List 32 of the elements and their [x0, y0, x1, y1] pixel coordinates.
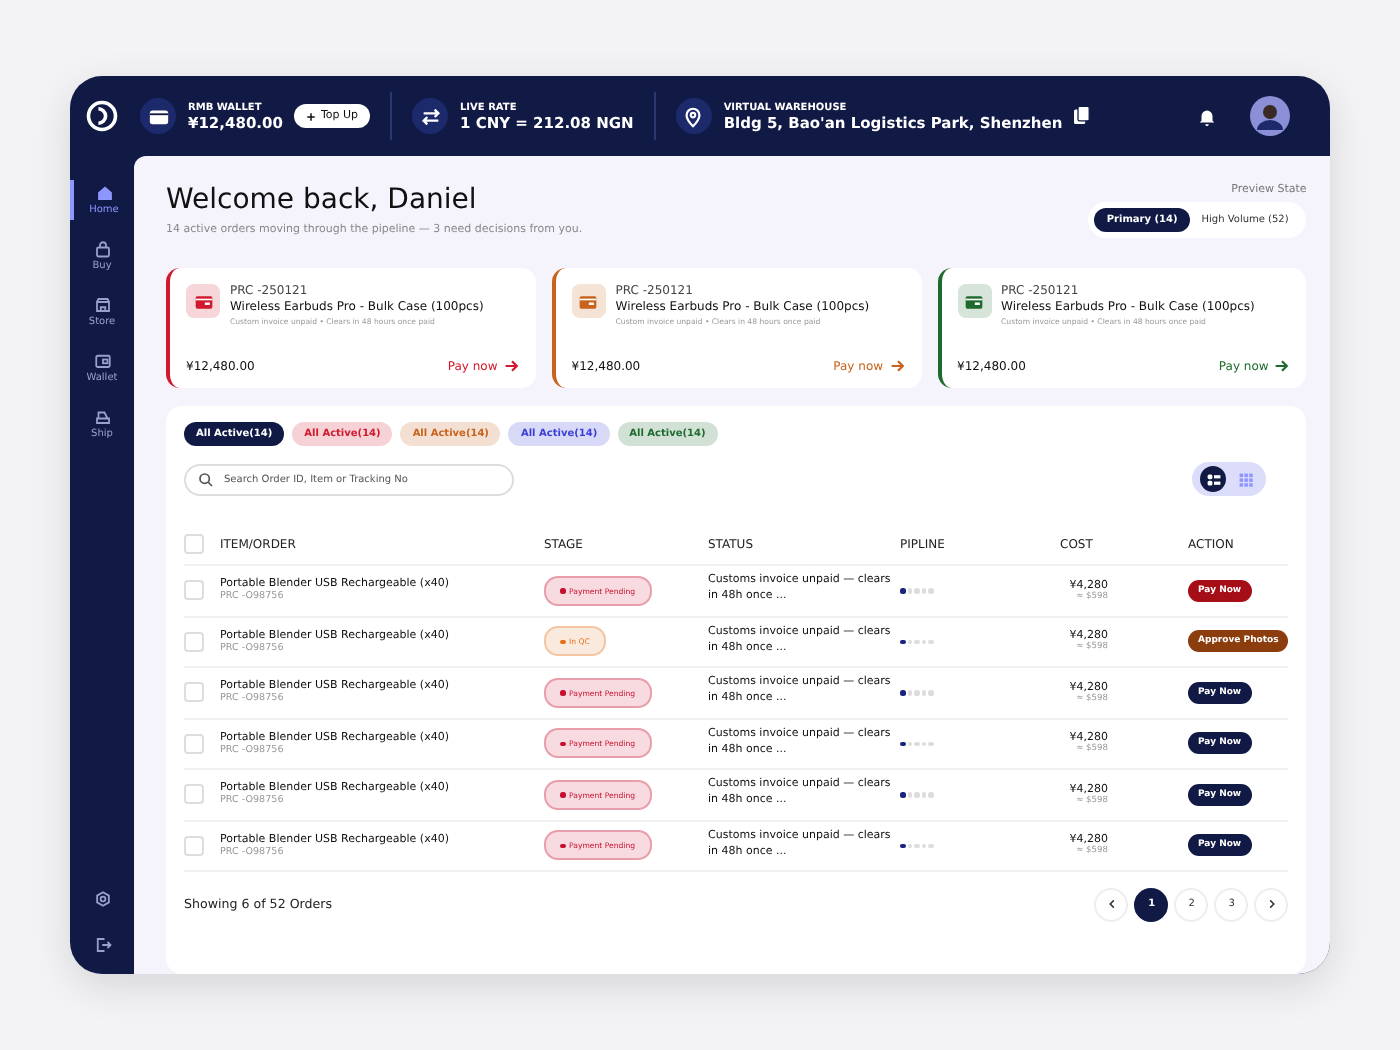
arrow-right-icon — [1274, 358, 1291, 374]
wallet-icon — [140, 98, 176, 134]
row-checkbox[interactable] — [184, 580, 204, 601]
chevron-right-icon — [1265, 898, 1278, 910]
row-checkbox[interactable] — [184, 682, 204, 703]
welcome-title: Welcome back, Daniel — [166, 184, 479, 216]
previous-page-button[interactable] — [1094, 887, 1129, 921]
row-checkbox[interactable] — [184, 784, 204, 805]
chevron-left-icon — [1105, 898, 1118, 910]
row-checkbox[interactable] — [184, 835, 204, 856]
wallet-icon — [93, 352, 111, 370]
card-icon — [571, 284, 606, 318]
card-icon — [957, 284, 992, 318]
copy-icon[interactable] — [1074, 106, 1091, 126]
next-page-button[interactable] — [1254, 887, 1289, 921]
logo-icon[interactable] — [84, 98, 120, 134]
arrow-right-icon — [889, 358, 906, 374]
arrow-right-icon — [503, 358, 520, 374]
row-checkbox[interactable] — [184, 631, 204, 652]
settings-icon[interactable] — [93, 890, 111, 908]
list-view-icon[interactable] — [1200, 466, 1227, 492]
avatar[interactable] — [1250, 96, 1290, 136]
home-icon — [95, 184, 113, 202]
row-checkbox[interactable] — [184, 733, 204, 754]
store-icon — [93, 296, 111, 314]
select-all-checkbox[interactable] — [184, 534, 204, 554]
plus-icon — [306, 111, 317, 121]
exchange-icon — [412, 98, 448, 134]
logout-icon[interactable] — [93, 936, 111, 954]
bell-icon[interactable] — [1196, 105, 1218, 127]
card-icon — [186, 284, 220, 318]
location-pin-icon — [675, 98, 712, 134]
